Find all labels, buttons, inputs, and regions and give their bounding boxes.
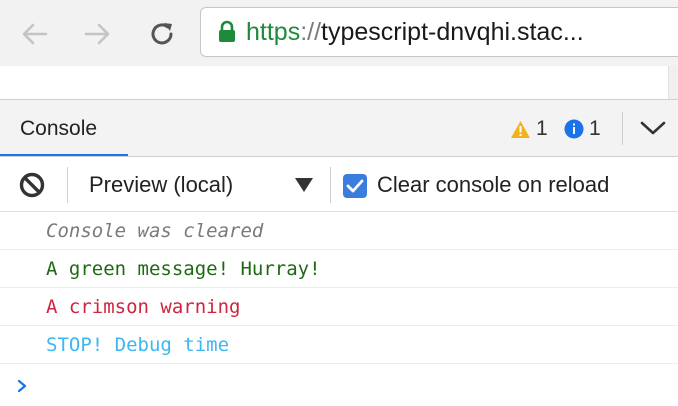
console-message: A green message! Hurray! xyxy=(0,250,678,288)
console-messages: Console was cleared A green message! Hur… xyxy=(0,212,678,364)
clear-console-icon xyxy=(19,172,45,198)
info-count: 1 xyxy=(589,117,601,140)
prompt-chevron-icon xyxy=(17,379,27,393)
url-separator: :// xyxy=(300,17,322,46)
page-content-strip xyxy=(0,66,668,99)
clear-on-reload-label: Clear console on reload xyxy=(377,172,610,197)
lock-icon xyxy=(219,20,235,42)
warning-count: 1 xyxy=(536,117,548,140)
drawer-collapse-button[interactable] xyxy=(640,117,666,144)
clear-on-reload-checkbox[interactable] xyxy=(343,174,367,198)
dropdown-triangle-icon xyxy=(295,178,313,192)
page-scrollbar[interactable] xyxy=(668,66,678,99)
url-host: typescript-dnvqhi.stac... xyxy=(321,17,584,46)
toolbar-divider xyxy=(622,112,623,145)
reload-icon xyxy=(151,23,173,45)
clear-console-button[interactable] xyxy=(19,172,45,203)
forward-arrow-icon xyxy=(84,23,110,45)
info-counter[interactable]: 1 xyxy=(564,117,601,141)
back-arrow-icon xyxy=(22,23,48,45)
console-message: Console was cleared xyxy=(0,212,678,250)
tab-console-label: Console xyxy=(20,117,98,140)
tab-console[interactable]: Console xyxy=(0,100,128,157)
browser-toolbar: https://typescript-dnvqhi.stac... xyxy=(0,0,678,66)
context-selector[interactable]: Preview (local) xyxy=(74,157,324,212)
address-bar[interactable]: https://typescript-dnvqhi.stac... xyxy=(200,7,678,57)
checkmark-icon xyxy=(346,179,364,193)
devtools-drawer-tabs: Console 1 1 xyxy=(0,99,678,157)
context-selector-label: Preview (local) xyxy=(89,172,234,197)
console-prompt[interactable] xyxy=(16,378,28,399)
back-button[interactable] xyxy=(17,17,51,51)
console-message: STOP! Debug time xyxy=(0,326,678,364)
console-toolbar: Preview (local) Clear console on reload xyxy=(0,156,678,212)
filter-divider xyxy=(67,167,68,203)
info-icon xyxy=(564,119,584,139)
filter-divider-2 xyxy=(330,167,331,203)
chevron-down-icon xyxy=(640,121,666,135)
warning-counter[interactable]: 1 xyxy=(510,117,548,141)
reload-button[interactable] xyxy=(145,17,179,51)
url-text: https://typescript-dnvqhi.stac... xyxy=(246,18,584,47)
url-scheme: https xyxy=(246,17,301,46)
console-message: A crimson warning xyxy=(0,288,678,326)
warning-icon xyxy=(511,120,530,138)
forward-button[interactable] xyxy=(81,17,115,51)
